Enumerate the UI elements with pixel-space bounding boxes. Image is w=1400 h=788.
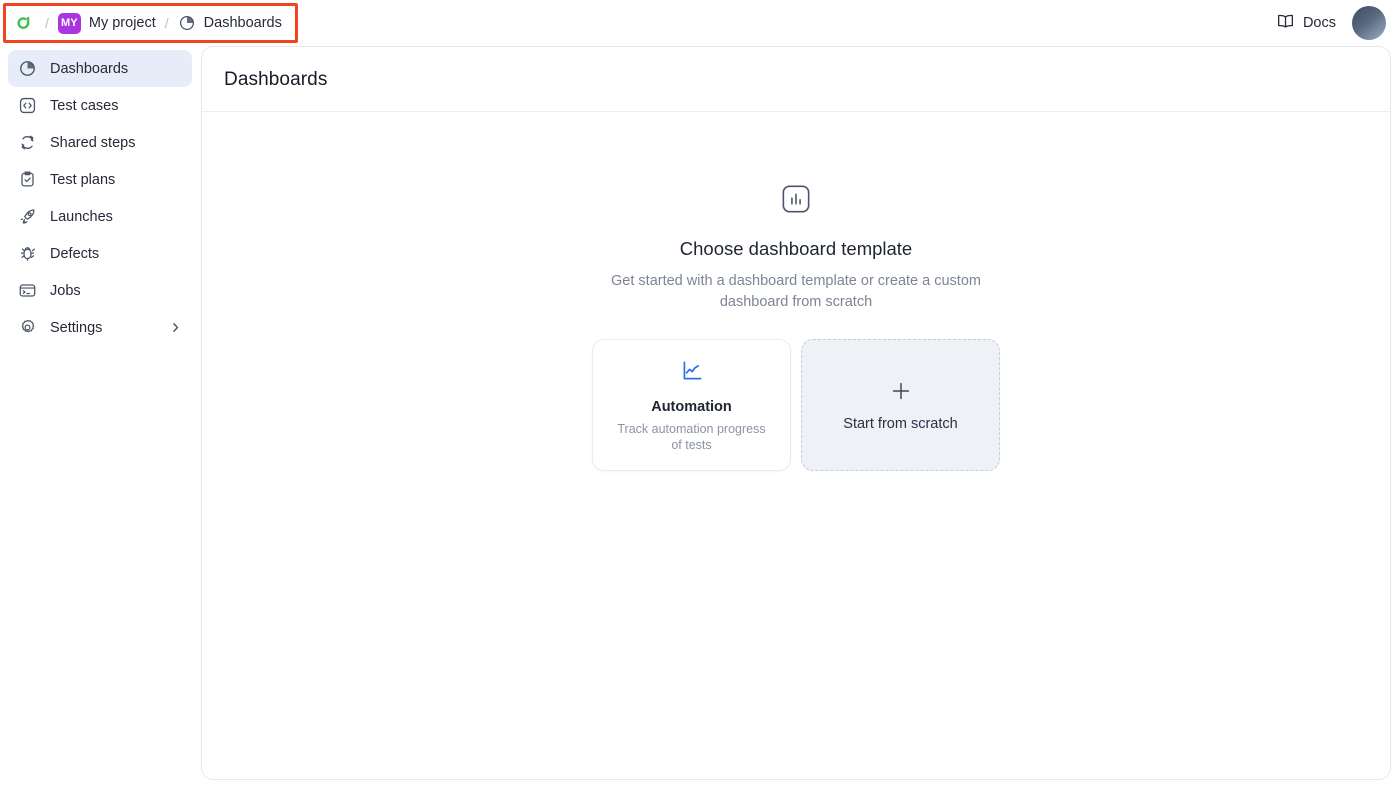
card-description: Track automation progress of tests (617, 422, 766, 452)
gear-icon (18, 318, 37, 337)
card-title: Start from scratch (843, 415, 958, 432)
empty-state-title: Choose dashboard template (679, 238, 913, 259)
pie-chart-icon (178, 14, 196, 32)
sidebar-item-dashboards[interactable]: Dashboards (8, 50, 192, 87)
line-chart-icon (678, 357, 706, 385)
template-cards: Automation Track automation progress of … (592, 339, 1000, 471)
chevron-right-icon (169, 321, 182, 334)
plus-icon (889, 379, 913, 403)
main-panel: Dashboards Choose dashboard template Get… (201, 46, 1391, 780)
avatar[interactable] (1352, 6, 1386, 40)
rocket-icon (18, 207, 37, 226)
sidebar-item-label: Jobs (50, 282, 81, 299)
start-from-scratch-card[interactable]: Start from scratch (801, 339, 1000, 471)
top-bar: / MY My project / Dashboards Docs (0, 0, 1400, 46)
template-card-automation[interactable]: Automation Track automation progress of … (592, 339, 791, 471)
sidebar-item-label: Dashboards (50, 60, 129, 77)
sidebar-item-label: Shared steps (50, 134, 136, 151)
breadcrumb-dashboards[interactable]: Dashboards (178, 14, 282, 32)
clipboard-check-icon (18, 170, 37, 189)
sidebar-item-label: Test cases (50, 97, 119, 114)
sidebar-item-test-plans[interactable]: Test plans (8, 161, 192, 198)
breadcrumb-separator-1: / (45, 15, 49, 31)
page-title: Dashboards (224, 69, 328, 90)
project-badge: MY (57, 12, 81, 34)
sidebar-item-label: Launches (50, 208, 113, 225)
sidebar-item-label: Settings (50, 319, 103, 336)
sidebar-item-test-cases[interactable]: Test cases (8, 87, 192, 124)
app-root: / MY My project / Dashboards Docs Dashbo… (0, 0, 1400, 788)
sidebar-item-defects[interactable]: Defects (8, 235, 192, 272)
terminal-icon (18, 281, 37, 300)
bar-chart-icon (781, 184, 811, 214)
sidebar-item-shared-steps[interactable]: Shared steps (8, 124, 192, 161)
refresh-icon (18, 133, 37, 152)
empty-state-subtitle: Get started with a dashboard template or… (611, 273, 981, 310)
pie-chart-icon (18, 59, 37, 78)
top-bar-right: Docs (1276, 6, 1386, 40)
breadcrumb: / MY My project / Dashboards (10, 6, 288, 40)
sidebar-item-jobs[interactable]: Jobs (8, 272, 192, 309)
sidebar: Dashboards Test cases Shared steps Test … (0, 46, 200, 788)
dashboard-empty-state: Choose dashboard template Get started wi… (202, 112, 1390, 471)
breadcrumb-separator-2: / (164, 15, 169, 31)
docs-button[interactable]: Docs (1276, 12, 1336, 35)
code-icon (18, 96, 37, 115)
sidebar-item-label: Defects (50, 245, 100, 262)
card-title: Automation (651, 399, 732, 415)
docs-label: Docs (1302, 15, 1336, 31)
bug-icon (18, 244, 37, 263)
project-name: My project (88, 15, 156, 31)
axe-logo-icon[interactable] (14, 12, 36, 34)
sidebar-item-settings[interactable]: Settings (8, 309, 192, 346)
breadcrumb-dashboards-label: Dashboards (203, 15, 282, 31)
sidebar-item-launches[interactable]: Launches (8, 198, 192, 235)
sidebar-item-label: Test plans (50, 171, 116, 188)
book-icon (1276, 12, 1295, 35)
breadcrumb-project[interactable]: MY My project (57, 12, 156, 34)
